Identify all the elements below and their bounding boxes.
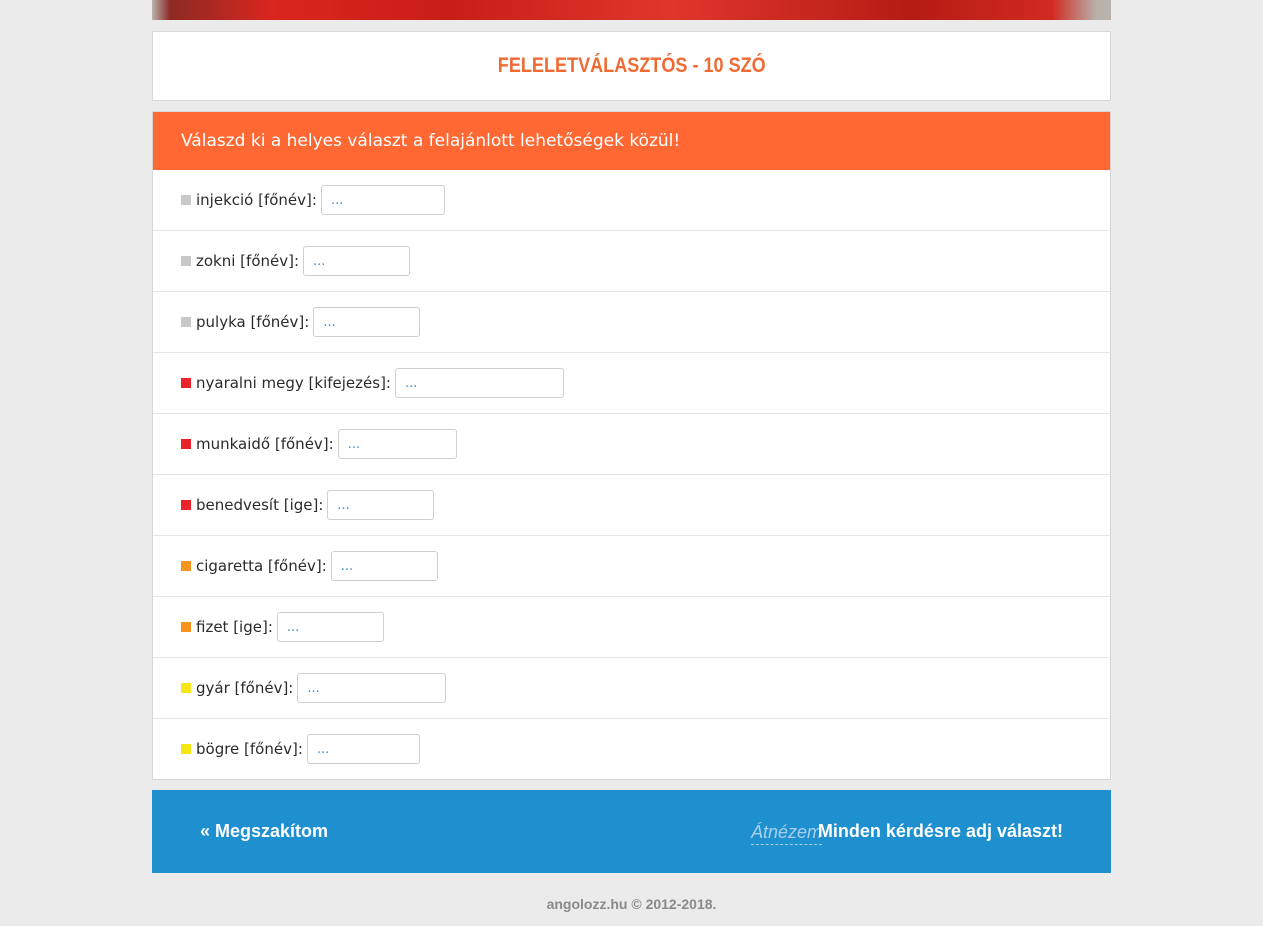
answer-dropdown[interactable]: ...	[297, 673, 447, 703]
question-label: munkaidő [főnév]:	[196, 435, 334, 453]
answer-dropdown[interactable]: ...	[303, 246, 411, 276]
level-square-icon	[181, 256, 191, 266]
question-row: gyár [főnév]: ...	[153, 658, 1110, 719]
question-label: fizet [ige]:	[196, 618, 273, 636]
question-row: cigaretta [főnév]: ...	[153, 536, 1110, 597]
answer-dropdown[interactable]: ...	[313, 307, 421, 337]
question-row: nyaralni megy [kifejezés]: ...	[153, 353, 1110, 414]
question-row: benedvesít [ige]: ...	[153, 475, 1110, 536]
level-square-icon	[181, 439, 191, 449]
question-row: bögre [főnév]: ...	[153, 719, 1110, 779]
answer-dropdown[interactable]: ...	[327, 490, 435, 520]
quiz-panel: Válaszd ki a helyes választ a felajánlot…	[152, 111, 1111, 780]
answer-dropdown[interactable]: ...	[276, 612, 384, 642]
level-square-icon	[181, 317, 191, 327]
page-title: FELELETVÁLASZTÓS - 10 SZÓ	[497, 54, 766, 77]
question-row: injekció [főnév]: ...	[153, 170, 1110, 231]
answer-dropdown[interactable]: ...	[306, 734, 420, 764]
level-square-icon	[181, 744, 191, 754]
question-row: zokni [főnév]: ...	[153, 231, 1110, 292]
instruction-header: Válaszd ki a helyes választ a felajánlot…	[153, 112, 1110, 170]
question-label: injekció [főnév]:	[196, 191, 317, 209]
level-square-icon	[181, 561, 191, 571]
question-label: benedvesít [ige]:	[196, 496, 324, 514]
level-square-icon	[181, 683, 191, 693]
level-square-icon	[181, 195, 191, 205]
question-label: bögre [főnév]:	[196, 740, 303, 758]
question-label: pulyka [főnév]:	[196, 313, 310, 331]
question-label: gyár [főnév]:	[196, 679, 294, 697]
question-row: pulyka [főnév]: ...	[153, 292, 1110, 353]
question-label: cigaretta [főnév]:	[196, 557, 327, 575]
review-button[interactable]: Átnézem	[751, 822, 823, 845]
level-square-icon	[181, 500, 191, 510]
answer-dropdown[interactable]: ...	[337, 429, 457, 459]
level-square-icon	[181, 622, 191, 632]
question-label: zokni [főnév]:	[196, 252, 300, 270]
abort-button[interactable]: « Megszakítom	[200, 821, 328, 842]
question-row: munkaidő [főnév]: ...	[153, 414, 1110, 475]
answer-all-notice: Minden kérdésre adj választ!	[817, 821, 1063, 841]
question-row: fizet [ige]: ...	[153, 597, 1110, 658]
action-bar: « Megszakítom Átnézem Minden kérdésre ad…	[152, 790, 1111, 873]
answer-dropdown[interactable]: ...	[320, 185, 445, 215]
copyright: angolozz.hu © 2012-2018.	[546, 896, 717, 912]
title-box: FELELETVÁLASZTÓS - 10 SZÓ	[152, 31, 1111, 101]
level-square-icon	[181, 378, 191, 388]
header-banner-image	[152, 0, 1111, 20]
question-label: nyaralni megy [kifejezés]:	[196, 374, 391, 392]
answer-dropdown[interactable]: ...	[395, 368, 564, 398]
answer-dropdown[interactable]: ...	[330, 551, 438, 581]
